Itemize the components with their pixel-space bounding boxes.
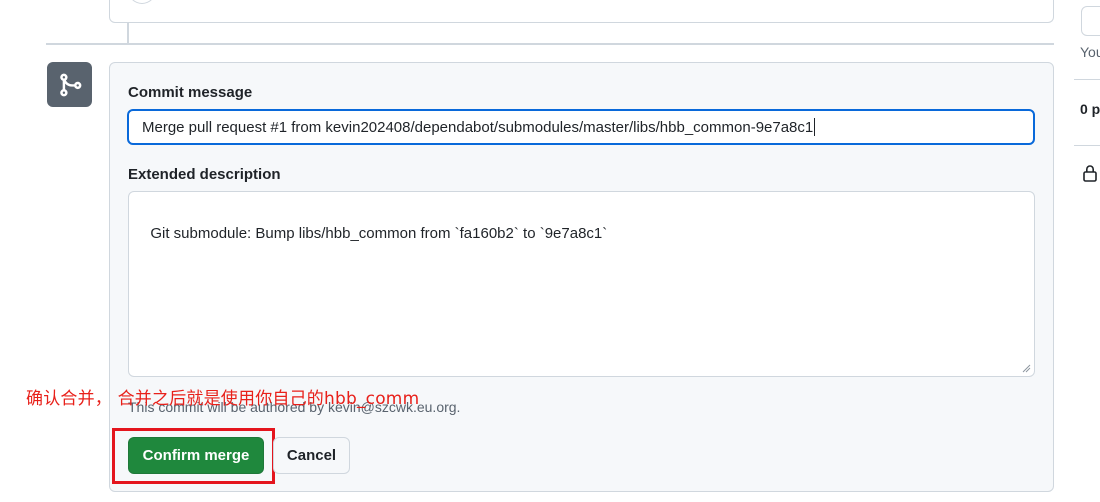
merge-badge	[47, 62, 92, 107]
lock-icon	[1083, 165, 1097, 182]
commit-message-value: Merge pull request #1 from kevin202408/d…	[142, 118, 814, 136]
sidebar-button[interactable]	[1081, 6, 1100, 36]
sidebar-divider	[1074, 145, 1100, 146]
previous-timeline-card	[109, 0, 1054, 23]
timeline-divider	[46, 43, 1054, 45]
git-merge-icon	[59, 73, 81, 96]
red-annotation: 确认合并， 合并之后就是使用你自己的hbb_comm	[26, 389, 420, 409]
commit-message-label: Commit message	[128, 84, 253, 101]
extended-description-textarea[interactable]: Git submodule: Bump libs/hbb_common from…	[128, 191, 1035, 377]
commit-message-input[interactable]: Merge pull request #1 from kevin202408/d…	[127, 109, 1035, 145]
sidebar-partial-text: You	[1080, 44, 1100, 60]
text-caret	[814, 118, 816, 136]
cancel-button[interactable]: Cancel	[273, 437, 350, 474]
resize-handle-icon[interactable]	[1021, 363, 1031, 373]
sidebar-partial-count: 0 p	[1080, 101, 1100, 117]
sidebar-divider	[1074, 79, 1100, 80]
extended-description-value: Git submodule: Bump libs/hbb_common from…	[150, 225, 608, 242]
timeline-line	[127, 23, 129, 43]
confirm-merge-button[interactable]: Confirm merge	[128, 437, 264, 474]
extended-description-label: Extended description	[128, 166, 281, 183]
